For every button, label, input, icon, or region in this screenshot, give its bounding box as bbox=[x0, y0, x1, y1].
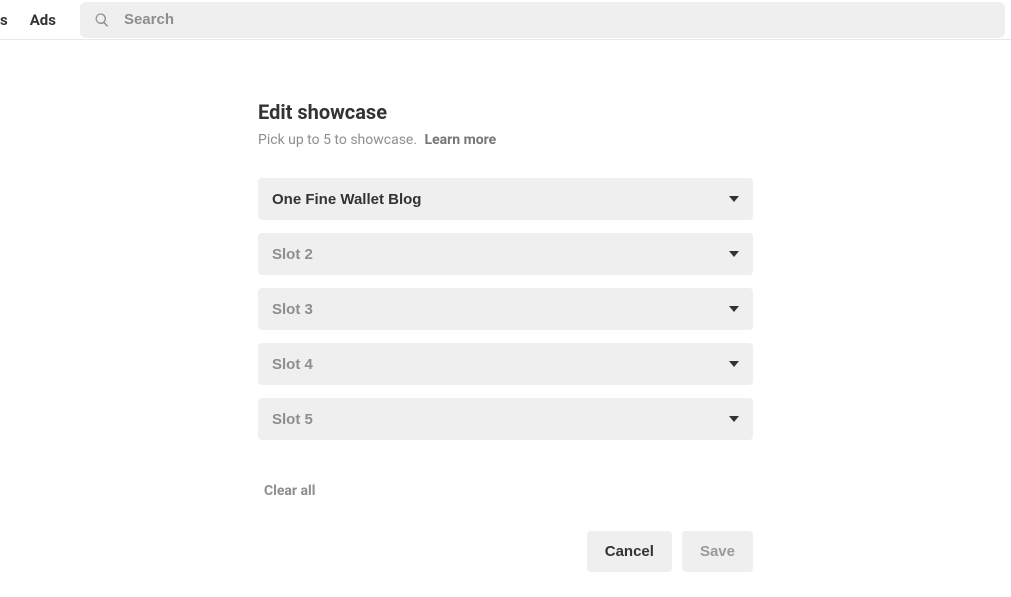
slot-select-1[interactable]: One Fine Wallet Blog bbox=[258, 178, 753, 220]
search-bar[interactable] bbox=[80, 2, 1005, 38]
save-button[interactable]: Save bbox=[682, 531, 753, 572]
subtitle-text: Pick up to 5 to showcase. bbox=[258, 132, 417, 148]
subtitle: Pick up to 5 to showcase. Learn more bbox=[258, 132, 753, 148]
page-title: Edit showcase bbox=[258, 100, 753, 124]
learn-more-link[interactable]: Learn more bbox=[425, 132, 497, 148]
slot-select-3[interactable]: Slot 3 bbox=[258, 288, 753, 330]
header: s Ads bbox=[0, 0, 1011, 40]
clear-all-button[interactable]: Clear all bbox=[264, 483, 315, 499]
slot-select-2[interactable]: Slot 2 bbox=[258, 233, 753, 275]
main-content: Edit showcase Pick up to 5 to showcase. … bbox=[258, 100, 753, 572]
nav-item-truncated[interactable]: s bbox=[0, 11, 14, 29]
actions: Cancel Save bbox=[258, 531, 753, 572]
nav-item-ads[interactable]: Ads bbox=[14, 11, 72, 29]
cancel-button[interactable]: Cancel bbox=[587, 531, 672, 572]
search-icon bbox=[94, 12, 110, 28]
search-input[interactable] bbox=[124, 11, 991, 28]
slot-select-5[interactable]: Slot 5 bbox=[258, 398, 753, 440]
slot-select-4[interactable]: Slot 4 bbox=[258, 343, 753, 385]
